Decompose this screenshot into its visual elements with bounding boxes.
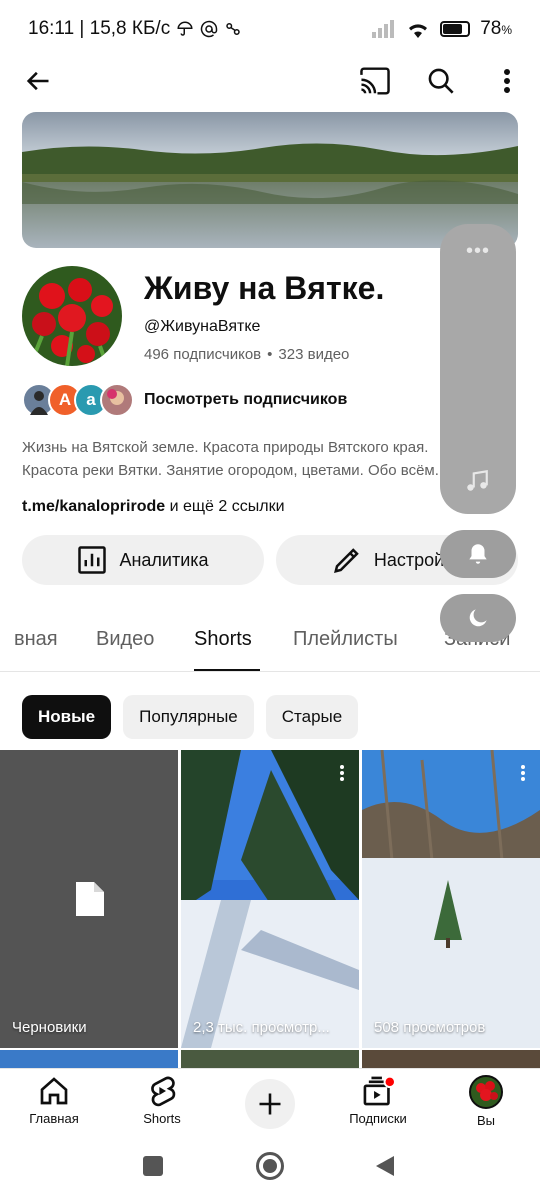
more-links-text: и ещё 2 ссылки <box>165 498 285 515</box>
tab-playlists[interactable]: Плейлисты <box>293 628 398 651</box>
more-vert-icon[interactable] <box>520 764 526 782</box>
chip-newest[interactable]: Новые <box>22 695 112 739</box>
nav-home-label: Главная <box>29 1111 79 1126</box>
network-share-icon <box>226 23 240 35</box>
home-icon <box>40 1077 68 1105</box>
short-tile[interactable]: 508 просмотров <box>362 750 540 1048</box>
video-count: 323 видео <box>278 346 350 363</box>
cast-icon[interactable] <box>356 62 394 100</box>
at-sign-icon <box>201 20 218 38</box>
channel-handle: @ЖивунаВятке <box>144 318 261 335</box>
profile-avatar <box>469 1075 503 1109</box>
wifi-icon <box>409 24 428 38</box>
document-icon <box>76 882 104 916</box>
channel-description[interactable]: Жизнь на Вятской земле. Красота природы … <box>22 436 442 482</box>
drafts-label: Черновики <box>12 1019 87 1036</box>
overlay-night-button[interactable] <box>440 594 516 642</box>
view-subscribers-label: Посмотреть подписчиков <box>144 391 348 408</box>
battery-level: 78% <box>480 18 512 39</box>
analytics-button[interactable]: Аналитика <box>22 535 264 585</box>
analytics-label: Аналитика <box>119 549 209 570</box>
recents-icon[interactable] <box>143 1156 163 1176</box>
nav-you-label: Вы <box>476 1113 495 1128</box>
overlay-handle-icon[interactable]: ••• <box>466 240 490 263</box>
subscriber-count: 496 подписчиков <box>144 346 262 363</box>
sort-chips: Новые Популярные Старые <box>22 695 359 739</box>
description-line: Жизнь на Вятской земле. Красота природы … <box>22 439 429 456</box>
back-arrow-icon[interactable] <box>19 62 57 100</box>
signal-icon <box>372 20 395 38</box>
short-tile[interactable]: 2,3 тыс. просмотр... <box>181 750 359 1048</box>
battery-icon <box>440 21 471 37</box>
subscriber-avatar <box>100 383 134 417</box>
tab-shorts[interactable]: Shorts <box>194 628 252 651</box>
subscriptions-icon <box>363 1075 395 1106</box>
short-views: 2,3 тыс. просмотр... <box>193 1019 330 1036</box>
drafts-tile[interactable]: Черновики <box>0 750 178 1048</box>
overlay-bell-button[interactable] <box>440 530 516 578</box>
search-icon[interactable] <box>422 62 460 100</box>
bottom-navigation: Главная Shorts Подписки Вы <box>0 1068 540 1140</box>
floating-overlay-panel[interactable]: ••• <box>440 224 516 514</box>
nav-subscriptions-label: Подписки <box>349 1111 407 1126</box>
channel-link[interactable]: t.me/kanaloprirode <box>22 498 165 515</box>
channel-links[interactable]: t.me/kanaloprirode и ещё 2 ссылки <box>22 498 285 516</box>
shorts-grid: Черновики 2,3 тыс. просмотр... 508 просм… <box>0 750 540 1072</box>
pencil-icon <box>333 548 359 573</box>
create-button[interactable] <box>245 1079 295 1129</box>
shorts-icon <box>151 1076 176 1107</box>
top-bar <box>0 58 540 104</box>
plus-icon <box>259 1093 281 1115</box>
nav-shorts-label: Shorts <box>143 1111 181 1126</box>
status-time-speed: 16:11 | 15,8 КБ/с <box>28 18 171 39</box>
back-system-icon[interactable] <box>374 1154 396 1178</box>
view-subscribers-row[interactable]: А а Посмотреть подписчиков <box>22 382 347 418</box>
analytics-icon <box>78 546 107 574</box>
short-views: 508 просмотров <box>374 1019 486 1036</box>
chip-popular[interactable]: Популярные <box>123 695 254 739</box>
tab-videos[interactable]: Видео <box>96 628 154 651</box>
bell-icon <box>469 544 487 564</box>
channel-avatar[interactable] <box>22 266 122 366</box>
description-line: Красота реки Вятки. Занятие огородом, цв… <box>22 462 439 479</box>
more-vert-icon[interactable] <box>488 62 526 100</box>
active-tab-indicator <box>194 669 260 671</box>
nav-shorts[interactable]: Shorts <box>112 1075 212 1126</box>
music-note-icon[interactable] <box>464 468 490 494</box>
moon-icon <box>469 609 487 627</box>
tab-home[interactable]: вная <box>14 628 58 651</box>
channel-title: Живу на Вятке. <box>144 270 385 306</box>
umbrella-icon <box>177 21 193 36</box>
chip-oldest[interactable]: Старые <box>265 695 359 739</box>
status-bar: 16:11 | 15,8 КБ/с 78% <box>0 0 540 58</box>
nav-subscriptions[interactable]: Подписки <box>328 1075 428 1126</box>
channel-stats: 496 подписчиков • 323 видео <box>144 346 349 363</box>
nav-home[interactable]: Главная <box>4 1075 104 1126</box>
home-system-icon[interactable] <box>256 1152 284 1180</box>
more-vert-icon[interactable] <box>339 764 345 782</box>
nav-you[interactable]: Вы <box>436 1075 536 1128</box>
channel-banner <box>22 112 518 248</box>
stats-separator: • <box>267 346 273 363</box>
system-navigation <box>0 1140 540 1200</box>
